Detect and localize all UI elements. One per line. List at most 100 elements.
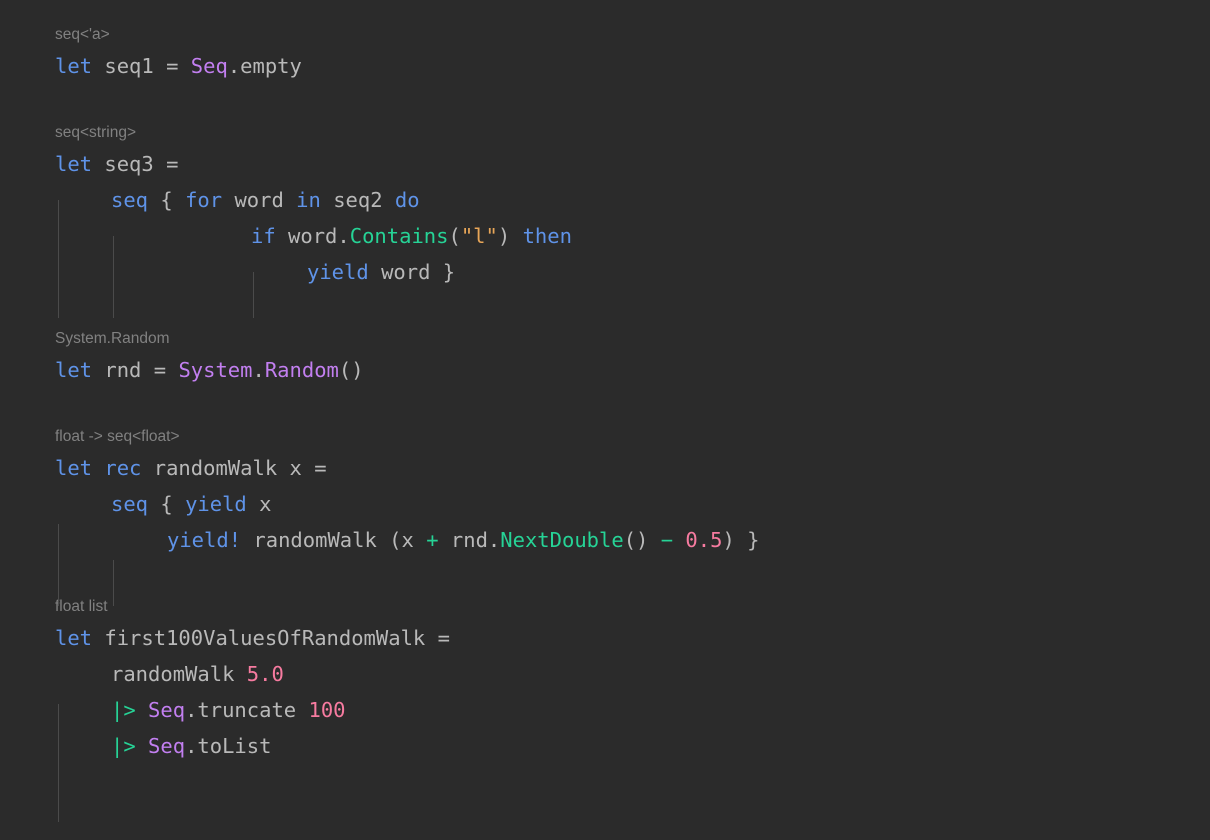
- token-op: −: [660, 528, 674, 552]
- token-kw: let: [55, 456, 93, 480]
- code-line[interactable]: let rnd = System.Random(): [0, 352, 364, 388]
- token-punct: [430, 260, 442, 284]
- token-punct: [284, 188, 296, 212]
- code-editor[interactable]: seq<'a> let seq1 = Seq.empty seq<string> le…: [0, 0, 1210, 840]
- token-ident: word: [381, 260, 431, 284]
- token-kw: let: [55, 358, 93, 382]
- type-hint: float -> seq<float>: [55, 428, 180, 445]
- code-line[interactable]: let rec randomWalk x =: [0, 450, 327, 486]
- token-punct: [92, 54, 104, 78]
- token-punct: [277, 456, 289, 480]
- token-kw: for: [185, 188, 223, 212]
- code-line[interactable]: let seq1 = Seq.empty: [0, 48, 302, 84]
- token-punct: [735, 528, 747, 552]
- token-method: Contains: [349, 224, 449, 248]
- token-kw: then: [522, 224, 572, 248]
- token-op: |>: [111, 698, 136, 722]
- token-ident: rnd.: [450, 528, 501, 552]
- token-ident: x: [259, 492, 272, 516]
- token-punct: [173, 492, 185, 516]
- token-punct: [222, 188, 234, 212]
- token-kw: in: [296, 188, 321, 212]
- indent-guide-line: [113, 560, 114, 606]
- token-punct: [425, 626, 437, 650]
- code-line[interactable]: seq { yield x: [0, 486, 271, 522]
- token-method: NextDouble: [500, 528, 624, 552]
- token-punct: [241, 528, 253, 552]
- token-punct: [377, 528, 389, 552]
- code-line[interactable]: seq { for word in seq2 do: [0, 182, 420, 218]
- token-punct: [510, 224, 522, 248]
- token-ident: x: [289, 456, 302, 480]
- type-hint: seq<string>: [55, 124, 136, 141]
- code-line[interactable]: if word.Contains("l") then: [0, 218, 572, 254]
- token-ident: word.: [288, 224, 350, 248]
- token-ident: seq3: [104, 152, 154, 176]
- token-kw: yield: [307, 260, 369, 284]
- token-punct: =: [314, 456, 327, 480]
- token-kw: do: [394, 188, 420, 212]
- token-punct: [136, 698, 148, 722]
- token-type: Seq: [190, 54, 228, 78]
- token-ident: x: [401, 528, 414, 552]
- indent-guide-line: [58, 524, 59, 606]
- token-number: 5.0: [246, 662, 284, 686]
- token-punct: =: [437, 626, 450, 650]
- token-ident: seq2: [333, 188, 383, 212]
- code-line[interactable]: randomWalk 5.0: [0, 656, 284, 692]
- token-punct: .: [252, 358, 265, 382]
- indent-guide-line: [58, 200, 59, 318]
- token-punct: [92, 626, 104, 650]
- token-ident: .empty: [227, 54, 302, 78]
- token-punct: [166, 358, 178, 382]
- token-punct: [673, 528, 685, 552]
- token-kw: let: [55, 54, 93, 78]
- token-punct: [173, 188, 185, 212]
- token-punct: [136, 734, 148, 758]
- token-ident: randomWalk: [153, 456, 278, 480]
- token-punct: [141, 358, 153, 382]
- token-punct: [247, 492, 259, 516]
- code-line[interactable]: |> Seq.toList: [0, 728, 271, 764]
- token-punct: [141, 456, 153, 480]
- token-punct: [92, 456, 104, 480]
- token-kw: rec: [104, 456, 142, 480]
- token-punct: ): [722, 528, 735, 552]
- token-punct: [154, 54, 166, 78]
- token-punct: [148, 188, 160, 212]
- token-punct: [321, 188, 333, 212]
- token-punct: [383, 188, 395, 212]
- code-line[interactable]: let seq3 =: [0, 146, 178, 182]
- code-line[interactable]: yield word }: [0, 254, 455, 290]
- token-type: Seq: [148, 734, 186, 758]
- token-punct: [369, 260, 381, 284]
- token-kw: let: [55, 152, 93, 176]
- token-ident: word: [234, 188, 284, 212]
- token-ident: randomWalk: [253, 528, 377, 552]
- token-punct: (: [448, 224, 461, 248]
- token-ident: first100ValuesOfRandomWalk: [104, 626, 426, 650]
- token-punct: [276, 224, 288, 248]
- token-punct: (): [623, 528, 649, 552]
- token-punct: [648, 528, 660, 552]
- token-ident: .toList: [185, 734, 272, 758]
- token-punct: [92, 358, 104, 382]
- token-type: Seq: [148, 698, 186, 722]
- token-kw: seq: [111, 492, 149, 516]
- token-punct: {: [160, 188, 173, 212]
- token-kw: let: [55, 626, 93, 650]
- token-ident: .truncate: [185, 698, 297, 722]
- token-ident: seq1: [104, 54, 154, 78]
- token-punct: [178, 54, 190, 78]
- token-punct: [302, 456, 314, 480]
- token-ident: randomWalk: [111, 662, 235, 686]
- code-line[interactable]: let first100ValuesOfRandomWalk =: [0, 620, 450, 656]
- code-line[interactable]: |> Seq.truncate 100: [0, 692, 346, 728]
- type-hint: float list: [55, 598, 108, 615]
- token-number: 0.5: [685, 528, 723, 552]
- token-type: Random: [264, 358, 339, 382]
- token-number: 100: [308, 698, 346, 722]
- code-line[interactable]: yield! randomWalk (x + rnd.NextDouble() …: [0, 522, 759, 558]
- token-kw: yield: [185, 492, 247, 516]
- token-str: "l": [460, 224, 498, 248]
